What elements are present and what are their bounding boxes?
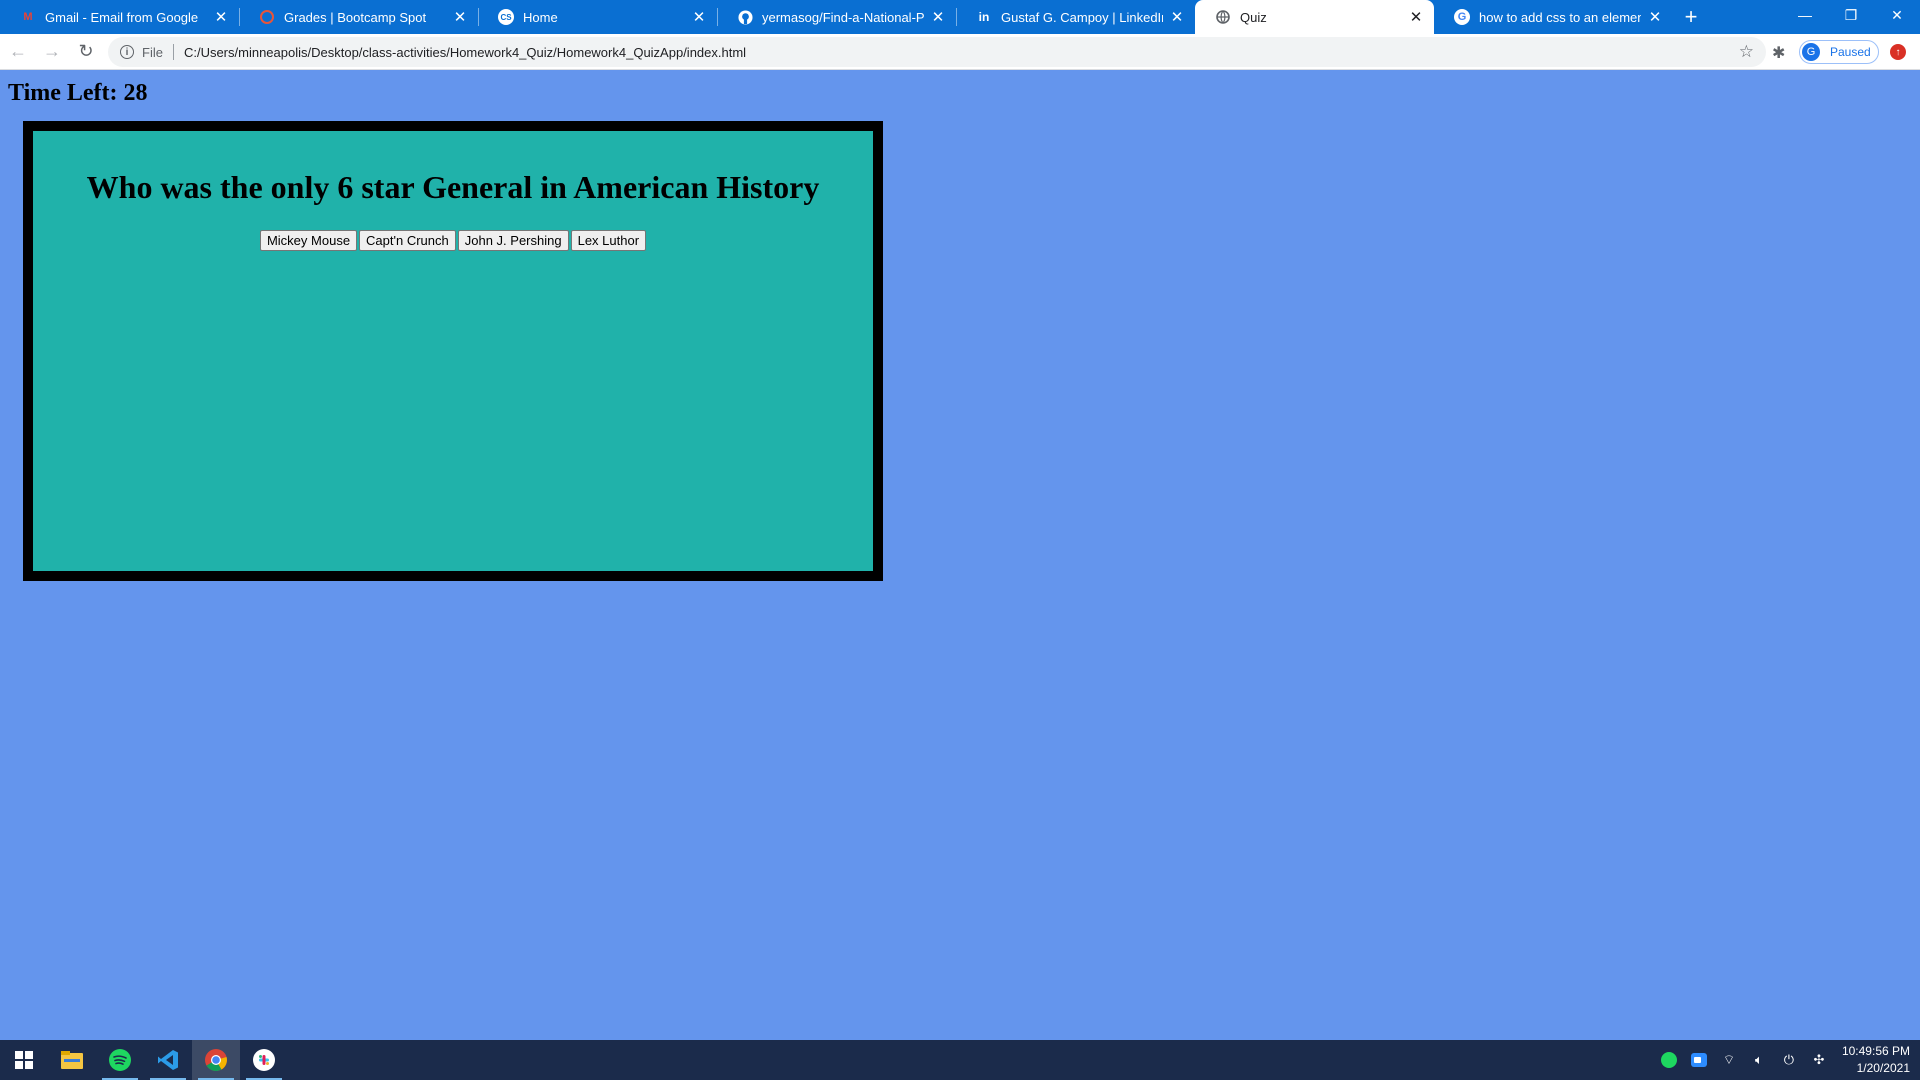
globe-icon [1215, 9, 1231, 25]
tab-strip: M Gmail - Email from Google ✕ Grades | B… [0, 0, 1920, 34]
slack-tray-icon[interactable]: ✣ [1804, 1052, 1834, 1068]
bootcamp-icon [259, 9, 275, 25]
avatar: G [1802, 43, 1820, 61]
gmail-icon: M [23, 11, 33, 23]
tab-gmail[interactable]: M Gmail - Email from Google ✕ [0, 0, 239, 34]
tab-title: Grades | Bootcamp Spot [284, 9, 427, 25]
minimize-icon[interactable]: — [1782, 0, 1828, 30]
tab-title: Gmail - Email from Google [45, 9, 199, 25]
close-icon[interactable]: ✕ [1647, 8, 1663, 26]
close-icon[interactable]: ✕ [930, 8, 946, 26]
window-controls: — ❐ ✕ [1782, 0, 1920, 34]
close-icon[interactable]: ✕ [452, 8, 468, 26]
windows-start-icon[interactable] [0, 1040, 48, 1080]
cs-icon: CS [498, 9, 514, 25]
system-tray: ⌔ 🔈︎ ⏻ ✣ 10:49:56 PM 1/20/2021 [1654, 1040, 1920, 1080]
divider [172, 44, 174, 60]
profile-status: Paused [1830, 45, 1871, 59]
file-explorer-icon[interactable] [48, 1040, 96, 1080]
scheme-label: File [142, 44, 163, 60]
close-icon[interactable]: ✕ [1408, 8, 1424, 26]
tab-bootcamp[interactable]: Grades | Bootcamp Spot ✕ [239, 0, 478, 34]
wifi-icon[interactable]: ⌔ [1714, 1052, 1744, 1068]
bookmark-star-icon[interactable]: ☆ [1739, 42, 1754, 62]
tab-title: yermasog/Find-a-National-Park- [762, 9, 924, 25]
chrome-icon[interactable] [192, 1040, 240, 1080]
vscode-icon[interactable] [144, 1040, 192, 1080]
spotify-icon[interactable] [96, 1040, 144, 1080]
slack-icon[interactable] [240, 1040, 288, 1080]
close-icon[interactable]: ✕ [1169, 8, 1185, 26]
tab-google-search[interactable]: G how to add css to an element in j ✕ [1434, 0, 1673, 34]
zoom-tray-icon[interactable] [1684, 1053, 1714, 1067]
google-icon: G [1454, 9, 1470, 25]
clock-time: 10:49:56 PM [1841, 1044, 1910, 1058]
answer-button-lex-luthor[interactable]: Lex Luthor [570, 230, 647, 251]
address-bar[interactable]: i File C:/Users/minneapolis/Desktop/clas… [108, 37, 1766, 67]
answer-button-mickey-mouse[interactable]: Mickey Mouse [259, 230, 358, 251]
close-window-icon[interactable]: ✕ [1874, 0, 1920, 30]
back-arrow-icon[interactable]: ← [2, 36, 34, 68]
info-icon[interactable]: i [120, 45, 134, 59]
tab-quiz[interactable]: Quiz ✕ [1195, 0, 1434, 34]
restore-icon[interactable]: ❐ [1828, 0, 1874, 30]
tab-title: Home [523, 9, 558, 25]
timer: Time Left: 28 [8, 80, 148, 106]
tab-github[interactable]: yermasog/Find-a-National-Park- ✕ [717, 0, 956, 34]
browser-toolbar: ← → ↻ i File C:/Users/minneapolis/Deskto… [0, 34, 1920, 70]
linkedin-icon: in [978, 10, 990, 24]
answer-button-john-pershing[interactable]: John J. Pershing [457, 230, 569, 251]
spotify-tray-icon[interactable] [1654, 1052, 1684, 1068]
question-text: Who was the only 6 star General in Ameri… [86, 169, 820, 205]
tab-linkedin[interactable]: in Gustaf G. Campoy | LinkedIn ✕ [956, 0, 1195, 34]
clock[interactable]: 10:49:56 PM 1/20/2021 [1834, 1043, 1920, 1077]
windows-taskbar: ⌔ 🔈︎ ⏻ ✣ 10:49:56 PM 1/20/2021 [0, 1040, 1920, 1080]
answer-button-capn-crunch[interactable]: Capt'n Crunch [359, 230, 456, 251]
tab-home[interactable]: CS Home ✕ [478, 0, 717, 34]
update-menu-icon[interactable]: ↑ [1890, 44, 1906, 60]
new-tab-button[interactable]: + [1673, 0, 1709, 34]
answer-choices: Mickey Mouse Capt'n Crunch John J. Persh… [33, 230, 873, 251]
power-icon[interactable]: ⏻ [1774, 1052, 1804, 1068]
forward-arrow-icon[interactable]: → [36, 36, 68, 68]
url-text[interactable]: C:/Users/minneapolis/Desktop/class-activ… [184, 45, 746, 60]
tab-title: Gustaf G. Campoy | LinkedIn [1001, 9, 1163, 25]
tab-title: Quiz [1240, 9, 1267, 25]
volume-icon[interactable]: 🔈︎ [1744, 1052, 1774, 1068]
close-icon[interactable]: ✕ [691, 8, 707, 26]
quiz-container: Who was the only 6 star General in Ameri… [23, 121, 883, 581]
tab-title: how to add css to an element in j [1479, 9, 1641, 25]
extensions-puzzle-icon[interactable]: ✱ [1772, 43, 1785, 63]
close-icon[interactable]: ✕ [213, 8, 229, 26]
page-viewport: Time Left: 28 Who was the only 6 star Ge… [0, 70, 1920, 1040]
profile-button[interactable]: G Paused [1799, 40, 1879, 64]
reload-icon[interactable]: ↻ [70, 36, 102, 68]
clock-date: 1/20/2021 [1856, 1061, 1910, 1075]
github-icon [737, 9, 753, 25]
